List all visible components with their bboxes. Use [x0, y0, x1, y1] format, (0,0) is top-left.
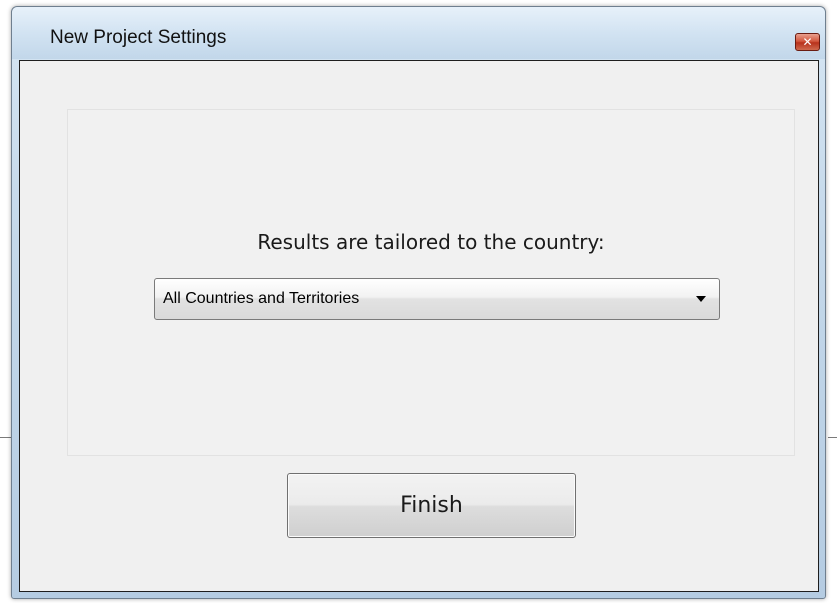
chevron-down-icon[interactable] — [696, 296, 706, 302]
dialog-content: Results are tailored to the country: All… — [19, 60, 819, 592]
settings-panel: Results are tailored to the country: All… — [67, 109, 795, 456]
window-title: New Project Settings — [50, 27, 227, 48]
new-project-settings-dialog: New Project Settings ✕ Results are tailo… — [11, 6, 826, 599]
country-select[interactable]: All Countries and Territories — [154, 278, 720, 320]
close-button[interactable]: ✕ — [795, 33, 820, 51]
finish-button[interactable]: Finish — [287, 473, 576, 538]
background-divider-right — [828, 437, 837, 438]
title-bar[interactable]: New Project Settings ✕ — [12, 7, 825, 59]
close-icon: ✕ — [802, 35, 813, 49]
country-select-value: All Countries and Territories — [163, 290, 360, 307]
country-prompt-label: Results are tailored to the country: — [257, 230, 605, 254]
